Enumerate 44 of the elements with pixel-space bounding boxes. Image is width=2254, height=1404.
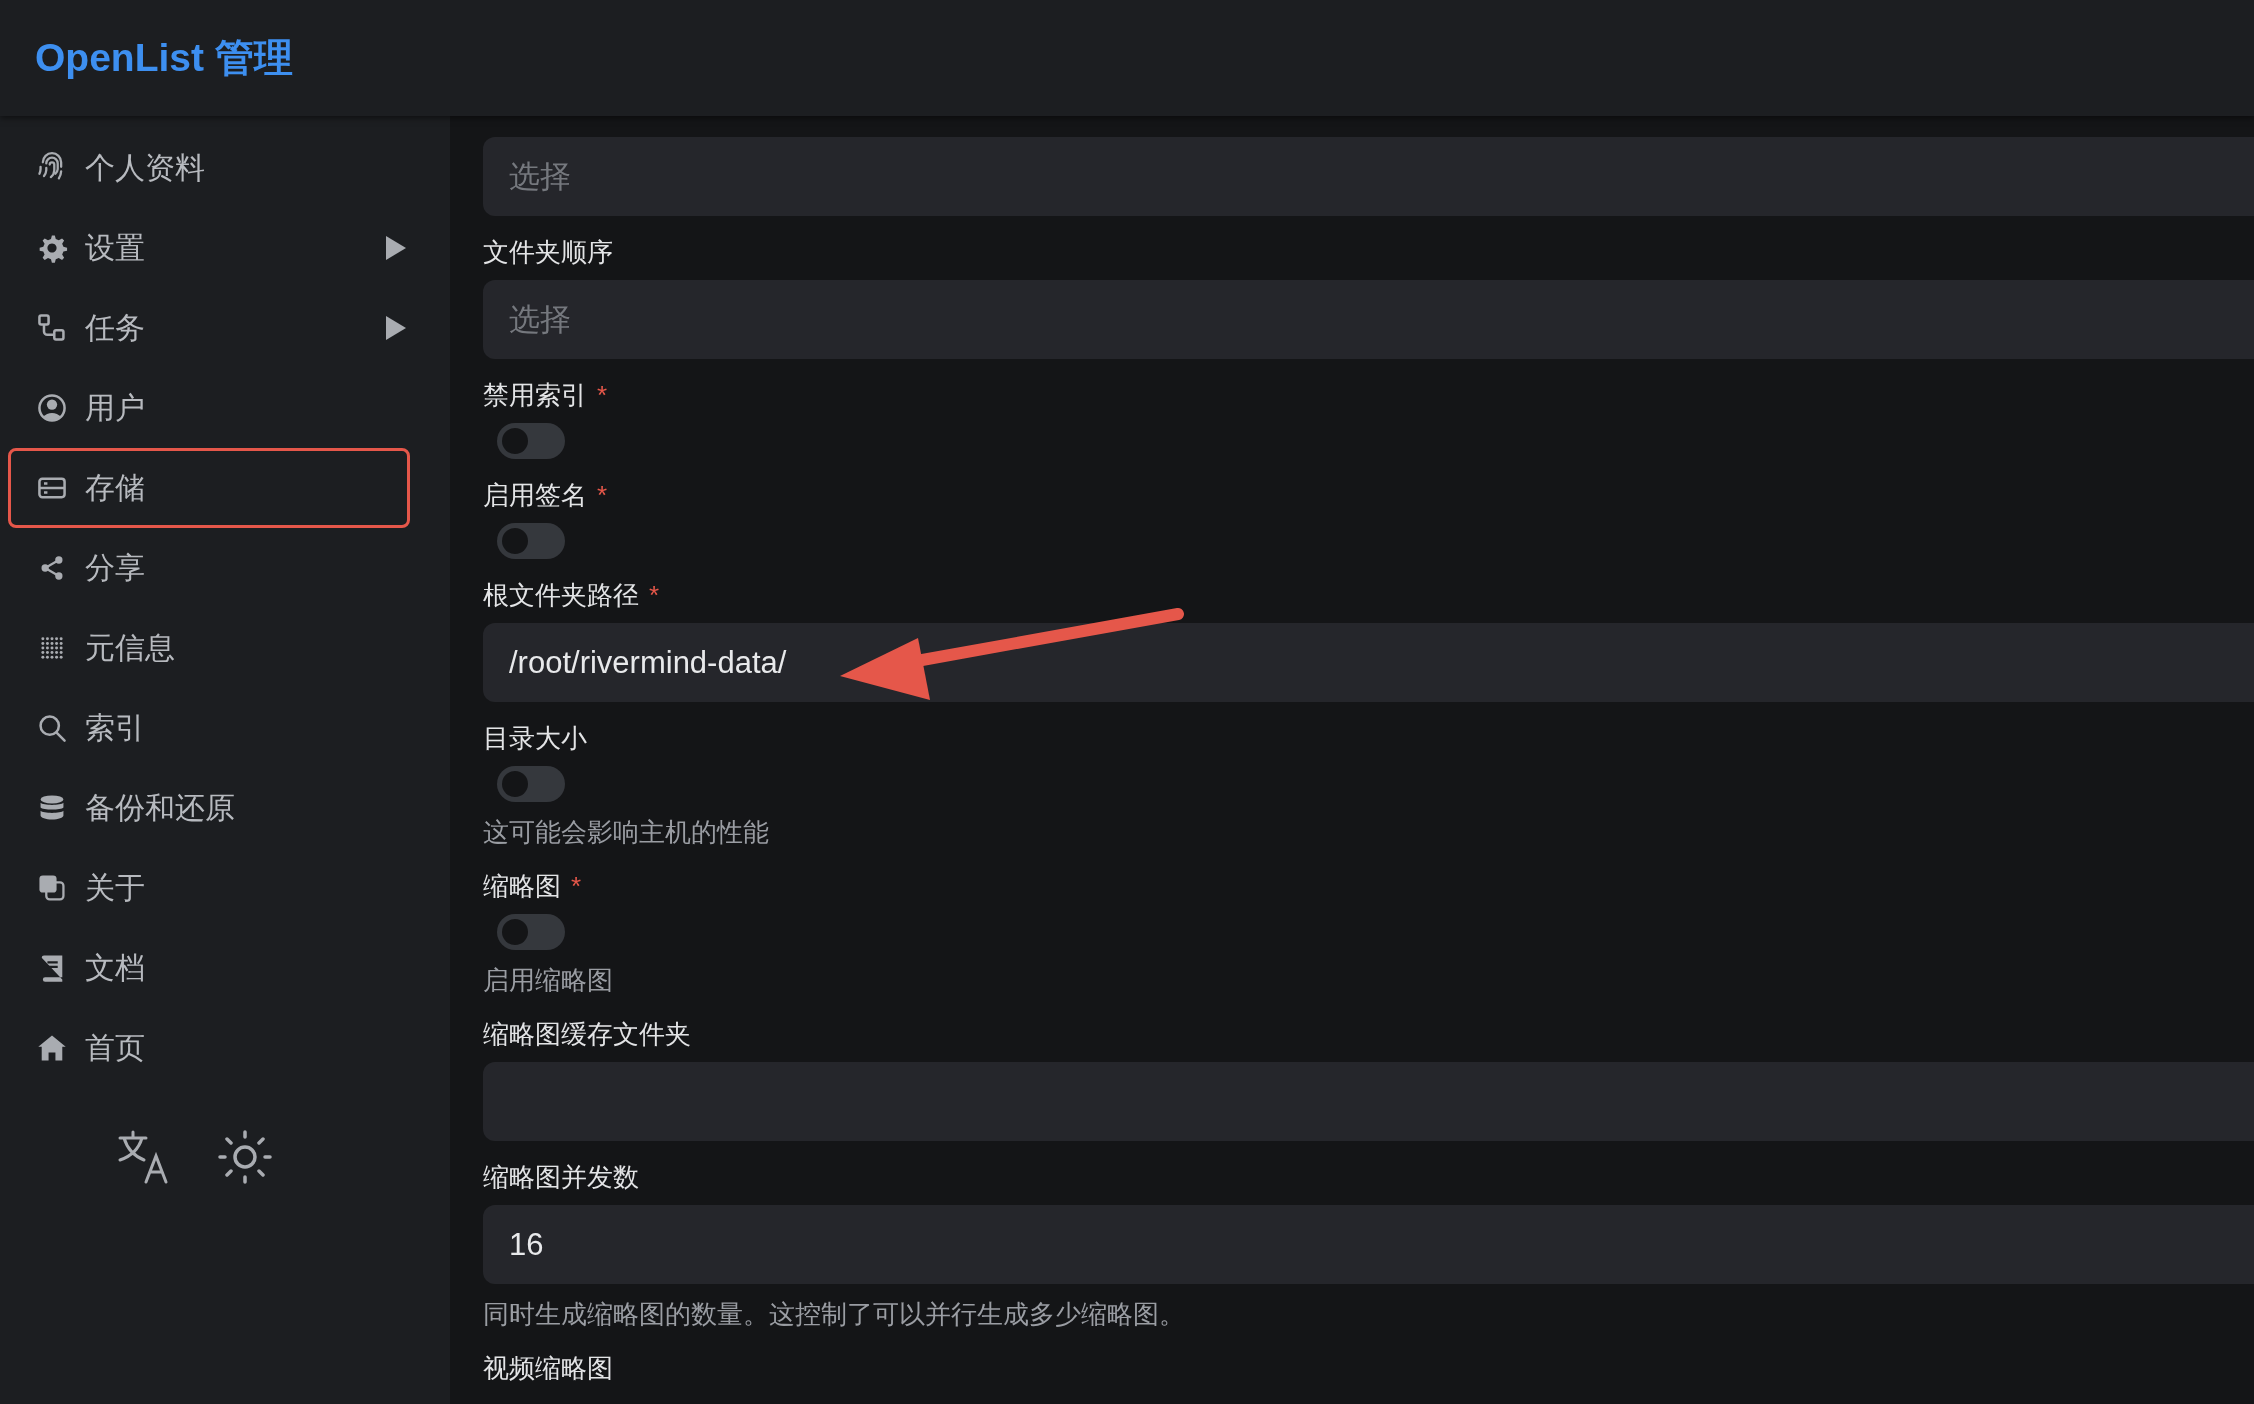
sidebar-item[interactable]: 关于	[8, 848, 410, 928]
menu-item-icon	[36, 872, 68, 904]
select-field[interactable]: 选择	[483, 137, 2254, 216]
field-hint: 启用缩略图	[483, 964, 614, 997]
field-label: 缩略图缓存文件夹	[483, 1019, 691, 1049]
sidebar-item[interactable]: 备份和还原	[8, 768, 410, 848]
required-mark: *	[597, 480, 608, 510]
field-label: 缩略图	[483, 871, 561, 901]
sidebar-item[interactable]: 索引	[8, 688, 410, 768]
toggle-switch[interactable]	[497, 423, 565, 459]
expand-icon[interactable]	[383, 235, 407, 261]
menu-item-icon	[36, 312, 68, 344]
required-mark: *	[649, 580, 660, 610]
menu-item-icon	[36, 712, 68, 744]
app-title: OpenList 管理	[35, 35, 293, 81]
sidebar-item[interactable]: 用户	[8, 368, 410, 448]
expand-icon[interactable]	[383, 315, 407, 341]
sun-icon[interactable]	[216, 1128, 274, 1186]
field-label: 启用签名	[483, 480, 587, 510]
sidebar-item[interactable]: 文档	[8, 928, 410, 1008]
sidebar-item[interactable]: 设置	[8, 208, 410, 288]
required-mark: *	[571, 871, 582, 901]
sidebar-item[interactable]: 任务	[8, 288, 410, 368]
menu-item-icon	[36, 392, 68, 424]
sidebar-item[interactable]: 首页	[8, 1008, 410, 1088]
field-label: 视频缩略图	[483, 1353, 613, 1383]
input-field[interactable]: 16	[483, 1205, 2254, 1284]
field-label: 缩略图并发数	[483, 1162, 639, 1192]
field-label: 文件夹顺序	[483, 237, 613, 267]
sidebar-item[interactable]: 分享	[8, 528, 410, 608]
toggle-switch[interactable]	[497, 914, 565, 950]
input-field[interactable]: /root/rivermind-data/	[483, 623, 2254, 702]
field-label: 禁用索引	[483, 380, 587, 410]
toggle-switch[interactable]	[497, 523, 565, 559]
sidebar-item[interactable]: 个人资料	[8, 128, 410, 208]
field-hint: 这可能会影响主机的性能	[483, 816, 770, 849]
sidebar-item[interactable]: 存储	[8, 448, 410, 528]
sidebar-item[interactable]: 元信息	[8, 608, 410, 688]
field-hint: 同时生成缩略图的数量。这控制了可以并行生成多少缩略图。	[483, 1298, 1186, 1331]
select-field[interactable]: 选择	[483, 280, 2254, 359]
toggle-switch[interactable]	[497, 766, 565, 802]
field-label: 目录大小	[483, 723, 587, 753]
field-label: 根文件夹路径	[483, 580, 639, 610]
required-mark: *	[597, 380, 608, 410]
